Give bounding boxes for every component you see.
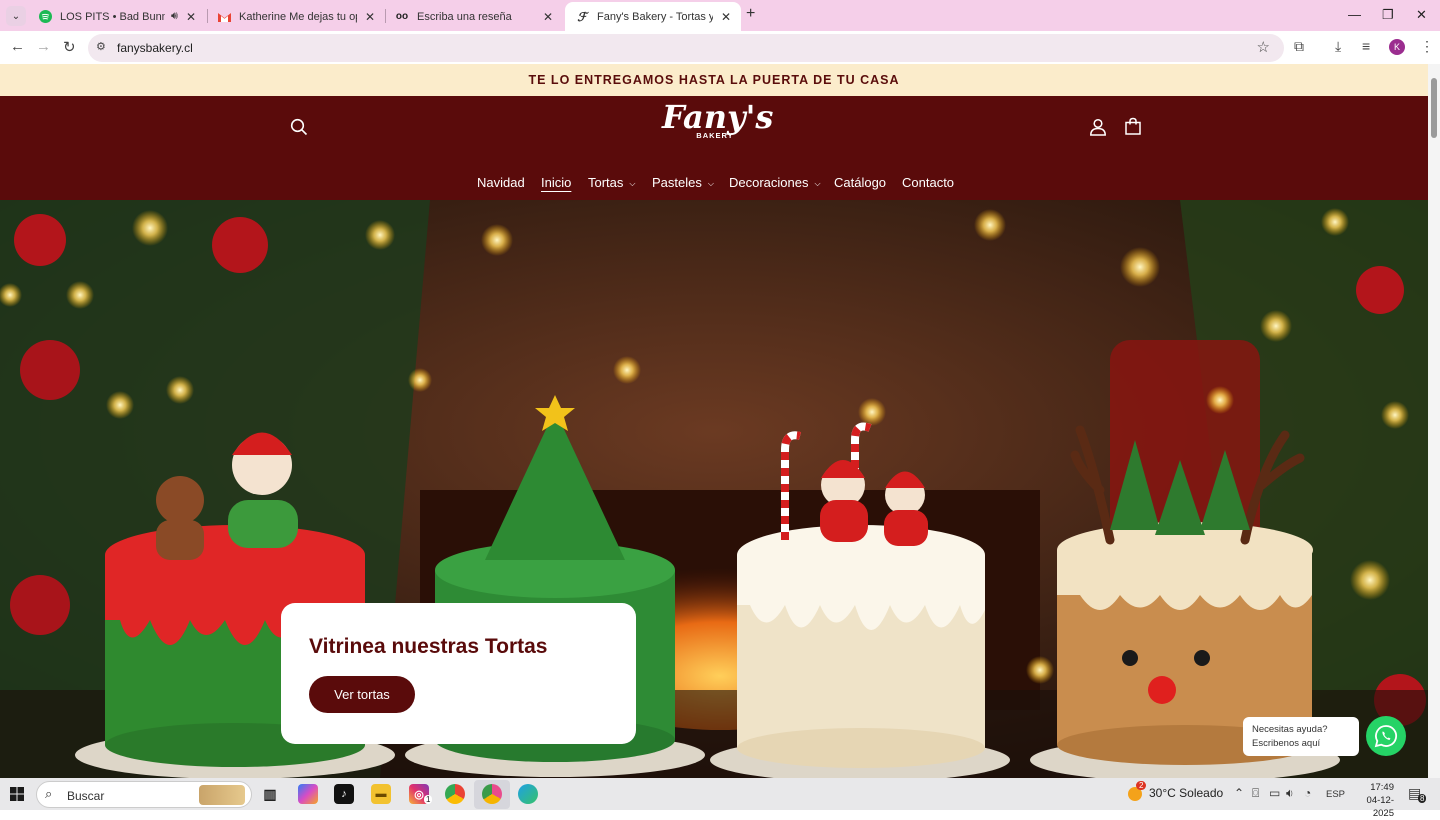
- windows-taskbar: ⌕ Buscar ▥ ♪ ▬ ◎ 1 30°C Soleado 2 ⌃ ⌼ ▭ …: [0, 778, 1440, 819]
- new-tab-icon[interactable]: +: [746, 5, 755, 23]
- whatsapp-line2: Escribenos aquí: [1252, 738, 1321, 749]
- media-control-icon[interactable]: ≡: [1362, 38, 1370, 54]
- hero-card: Vitrinea nuestras Tortas Ver tortas: [281, 603, 636, 744]
- browser-toolbar: ← → ↻ ⚙ fanysbakery.cl ☆ ⧉ ⤓ ≡ K ⋮: [0, 31, 1440, 64]
- tab-review[interactable]: oo Escriba una reseña ✕: [385, 2, 563, 31]
- account-icon[interactable]: [1089, 118, 1107, 141]
- hero-image: [0, 200, 1428, 778]
- search-placeholder: Buscar: [67, 789, 105, 803]
- gmail-icon: [217, 10, 231, 24]
- spotify-icon: [38, 10, 52, 24]
- notifications-badge: 8: [1418, 794, 1427, 803]
- nav-item-inicio[interactable]: Inicio: [541, 175, 571, 190]
- chevron-down-icon: ⌵: [629, 179, 636, 188]
- chrome-profile-icon[interactable]: [482, 784, 502, 804]
- file-explorer-icon[interactable]: ▬: [371, 784, 391, 804]
- forward-icon[interactable]: →: [36, 38, 51, 55]
- site-info-icon[interactable]: ⚙: [96, 40, 106, 53]
- close-icon[interactable]: ✕: [186, 10, 196, 24]
- whatsapp-icon: [1374, 725, 1398, 748]
- nav-item-pasteles[interactable]: Pasteles ⌵: [652, 175, 714, 190]
- clock-time: 17:49: [1370, 782, 1394, 793]
- taskbar-search[interactable]: ⌕ Buscar: [36, 781, 252, 808]
- instagram-badge: 1: [424, 795, 433, 804]
- url-text[interactable]: fanysbakery.cl: [117, 41, 193, 55]
- close-icon[interactable]: ✕: [365, 10, 375, 24]
- nav-item-catalogo[interactable]: Catálogo: [834, 175, 886, 190]
- windows-start-icon[interactable]: [10, 787, 24, 801]
- nav-item-tortas[interactable]: Tortas ⌵: [588, 175, 635, 190]
- restore-icon[interactable]: ❐: [1382, 7, 1394, 23]
- close-icon[interactable]: ✕: [543, 10, 553, 24]
- hero-title: Vitrinea nuestras Tortas: [309, 635, 548, 658]
- tab-gmail[interactable]: Katherine Me dejas tu opinión ✕: [207, 2, 385, 31]
- language-indicator[interactable]: ESP: [1326, 789, 1345, 800]
- logo-wordmark: Fany's: [662, 98, 774, 136]
- tab-search-dropdown[interactable]: ⌄: [6, 6, 26, 26]
- bakery-icon: ℱ: [577, 9, 587, 24]
- search-icon: ⌕: [45, 786, 53, 801]
- browser-tab-strip: ⌄ LOS PITS • Bad Bunny 🔊︎ ✕ Katherine Me…: [0, 0, 1440, 31]
- battery-icon[interactable]: ◔: [1304, 786, 1311, 800]
- main-nav: Navidad Inicio Tortas ⌵ Pasteles ⌵ Decorac…: [0, 175, 1428, 193]
- tab-spotify[interactable]: LOS PITS • Bad Bunny 🔊︎ ✕: [28, 2, 206, 31]
- tab-title: Katherine Me dejas tu opinión: [239, 10, 357, 23]
- close-window-icon[interactable]: ✕: [1416, 7, 1427, 23]
- volume-icon[interactable]: 🔉︎: [1286, 786, 1294, 801]
- back-icon[interactable]: ←: [10, 38, 25, 55]
- chevron-down-icon: ⌵: [814, 179, 821, 188]
- profile-avatar[interactable]: K: [1389, 39, 1405, 55]
- copilot-icon[interactable]: [298, 784, 318, 804]
- hero-banner[interactable]: Vitrinea nuestras Tortas Ver tortas: [0, 200, 1428, 778]
- tab-title: LOS PITS • Bad Bunny: [60, 10, 165, 23]
- speaker-icon[interactable]: 🔊︎: [171, 10, 178, 23]
- tab-title: Escriba una reseña: [417, 10, 512, 23]
- chevron-up-icon[interactable]: ⌃: [1234, 786, 1244, 800]
- download-icon[interactable]: ⤓: [1335, 38, 1341, 55]
- nav-item-decoraciones[interactable]: Decoraciones ⌵: [729, 175, 821, 190]
- extensions-icon[interactable]: ⧉: [1294, 38, 1304, 55]
- nav-label: Tortas: [588, 175, 624, 190]
- chrome-icon[interactable]: [445, 784, 465, 804]
- scrollbar-thumb[interactable]: [1431, 78, 1437, 138]
- reload-icon[interactable]: ↻: [63, 38, 76, 56]
- tab-title: Fany's Bakery - Tortas y Pastele: [597, 10, 713, 23]
- task-view-icon[interactable]: ▥: [260, 784, 280, 804]
- nav-item-navidad[interactable]: Navidad: [477, 175, 525, 190]
- network-icon[interactable]: ▭: [1269, 786, 1280, 800]
- whatsapp-line1: Necesitas ayuda?: [1252, 724, 1328, 735]
- weather-text: 30°C Soleado: [1149, 786, 1224, 800]
- nav-label: Decoraciones: [729, 175, 809, 190]
- page-scrollbar[interactable]: [1428, 64, 1440, 778]
- announcement-bar: TE LO ENTREGAMOS HASTA LA PUERTA DE TU C…: [0, 64, 1428, 96]
- close-icon[interactable]: ✕: [721, 10, 731, 24]
- ver-tortas-button[interactable]: Ver tortas: [309, 676, 415, 713]
- search-highlight-image: [199, 785, 245, 805]
- whatsapp-button[interactable]: [1366, 716, 1406, 756]
- review-icon: oo: [395, 11, 409, 22]
- nav-label: Pasteles: [652, 175, 702, 190]
- search-icon[interactable]: [290, 118, 308, 141]
- whatsapp-help-bubble[interactable]: Necesitas ayuda? Escribenos aquí: [1243, 717, 1359, 756]
- edge-icon[interactable]: [518, 784, 538, 804]
- site-logo[interactable]: Fany's BAKERY: [662, 98, 774, 152]
- clock-date: 04-12-2025: [1366, 795, 1394, 819]
- address-bar[interactable]: ⚙ fanysbakery.cl ☆: [88, 34, 1284, 62]
- cart-icon[interactable]: [1124, 117, 1142, 141]
- camera-icon[interactable]: ⌼: [1252, 786, 1259, 801]
- tab-fanys-bakery[interactable]: ℱ Fany's Bakery - Tortas y Pastele ✕: [565, 2, 741, 31]
- site-header: Fany's BAKERY Navidad Inicio Tortas ⌵ Pas…: [0, 96, 1428, 200]
- tiktok-icon[interactable]: ♪: [334, 784, 354, 804]
- bookmark-star-icon[interactable]: ☆: [1257, 38, 1270, 56]
- minimize-icon[interactable]: —: [1348, 7, 1361, 22]
- system-clock[interactable]: 17:49 04-12-2025: [1350, 781, 1394, 820]
- menu-kebab-icon[interactable]: ⋮: [1420, 38, 1434, 55]
- nav-item-contacto[interactable]: Contacto: [902, 175, 954, 190]
- chevron-down-icon: ⌵: [707, 179, 714, 188]
